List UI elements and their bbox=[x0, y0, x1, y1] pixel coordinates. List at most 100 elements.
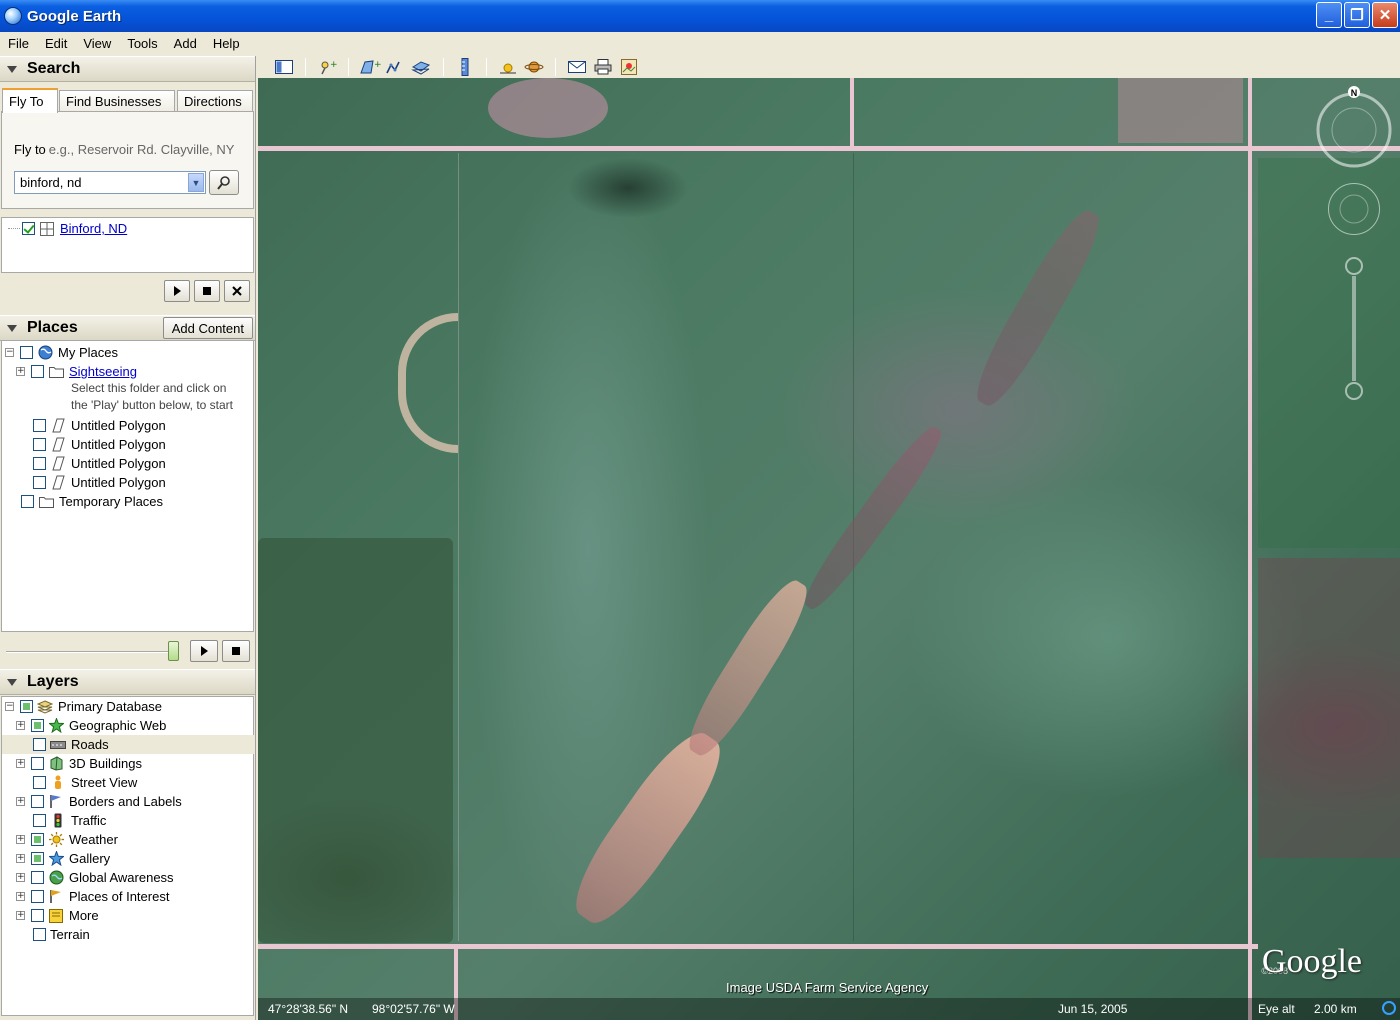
tab-directions[interactable]: Directions bbox=[177, 90, 253, 112]
tab-fly-to[interactable]: Fly To bbox=[2, 88, 58, 113]
layer-checkbox[interactable] bbox=[31, 852, 44, 865]
menu-help[interactable]: Help bbox=[205, 36, 248, 51]
menu-add[interactable]: Add bbox=[166, 36, 205, 51]
my-places-checkbox[interactable] bbox=[20, 346, 33, 359]
search-input[interactable]: binford, nd ▼ bbox=[14, 171, 206, 194]
tree-row-polygon[interactable]: Untitled Polygon bbox=[33, 473, 166, 492]
layer-label[interactable]: Global Awareness bbox=[69, 870, 174, 885]
layer-label[interactable]: Traffic bbox=[71, 813, 106, 828]
expand-toggle-icon[interactable]: + bbox=[16, 367, 25, 376]
tour-speed-slider-thumb[interactable] bbox=[168, 641, 179, 661]
ruler-button[interactable] bbox=[453, 57, 477, 77]
layer-checkbox[interactable] bbox=[31, 890, 44, 903]
layer-label[interactable]: 3D Buildings bbox=[69, 756, 142, 771]
expand-toggle-icon[interactable]: + bbox=[16, 721, 25, 730]
tree-row-temporary-places[interactable]: Temporary Places bbox=[21, 492, 163, 511]
layer-checkbox[interactable] bbox=[33, 738, 46, 751]
stop-tour-button[interactable] bbox=[222, 640, 250, 662]
tour-speed-slider-track[interactable] bbox=[6, 651, 176, 653]
tree-row-layer-weather[interactable]: + Weather bbox=[16, 830, 118, 849]
play-tour-button[interactable] bbox=[190, 640, 218, 662]
terrain-checkbox[interactable] bbox=[33, 928, 46, 941]
layers-panel-header[interactable]: Layers bbox=[0, 669, 255, 695]
add-path-button[interactable] bbox=[384, 57, 408, 77]
primary-database-checkbox[interactable] bbox=[20, 700, 33, 713]
layer-label[interactable]: Weather bbox=[69, 832, 118, 847]
layer-checkbox[interactable] bbox=[31, 757, 44, 770]
menu-edit[interactable]: Edit bbox=[37, 36, 75, 51]
menu-view[interactable]: View bbox=[75, 36, 119, 51]
places-panel-header[interactable]: Places Add Content bbox=[0, 315, 255, 341]
tree-row-layer-borders-labels[interactable]: + Borders and Labels bbox=[16, 792, 182, 811]
layer-checkbox[interactable] bbox=[31, 871, 44, 884]
layer-checkbox[interactable] bbox=[31, 833, 44, 846]
tree-row-layer-gallery[interactable]: + Gallery bbox=[16, 849, 110, 868]
tree-row-terrain[interactable]: Terrain bbox=[33, 925, 90, 944]
maximize-button[interactable]: ❐ bbox=[1344, 2, 1370, 28]
sky-planets-button[interactable] bbox=[522, 57, 546, 77]
expand-toggle-icon[interactable]: + bbox=[16, 873, 25, 882]
tree-row-polygon[interactable]: Untitled Polygon bbox=[33, 435, 166, 454]
print-button[interactable] bbox=[591, 57, 615, 77]
search-button[interactable] bbox=[209, 170, 239, 195]
tree-row-sightseeing[interactable]: + Sightseeing bbox=[16, 362, 137, 381]
layer-label[interactable]: Borders and Labels bbox=[69, 794, 182, 809]
tab-find-businesses[interactable]: Find Businesses bbox=[59, 90, 175, 112]
tree-row-layer-places-of-interest[interactable]: + Places of Interest bbox=[16, 887, 169, 906]
zoom-slider[interactable] bbox=[1344, 256, 1364, 401]
layer-label[interactable]: More bbox=[69, 908, 99, 923]
expand-toggle-icon[interactable]: + bbox=[16, 797, 25, 806]
layer-checkbox[interactable] bbox=[33, 776, 46, 789]
result-item[interactable]: Binford, ND bbox=[8, 219, 127, 238]
sightseeing-link[interactable]: Sightseeing bbox=[69, 364, 137, 379]
sunlight-button[interactable] bbox=[496, 57, 520, 77]
result-checkbox[interactable] bbox=[22, 222, 35, 235]
layer-label[interactable]: Geographic Web bbox=[69, 718, 166, 733]
stop-button[interactable] bbox=[194, 280, 220, 302]
expand-toggle-icon[interactable]: + bbox=[16, 759, 25, 768]
layer-label[interactable]: Gallery bbox=[69, 851, 110, 866]
layer-checkbox[interactable] bbox=[31, 909, 44, 922]
temporary-places-checkbox[interactable] bbox=[21, 495, 34, 508]
play-button[interactable] bbox=[164, 280, 190, 302]
map-viewport[interactable]: N ©2008 Google Image USDA Farm Service A… bbox=[258, 78, 1400, 1020]
add-image-overlay-button[interactable] bbox=[410, 57, 434, 77]
temporary-places-label[interactable]: Temporary Places bbox=[59, 494, 163, 509]
add-placemark-button[interactable]: + bbox=[315, 57, 339, 77]
primary-database-label[interactable]: Primary Database bbox=[58, 699, 162, 714]
terrain-label[interactable]: Terrain bbox=[50, 927, 90, 942]
look-joystick[interactable] bbox=[1328, 183, 1380, 235]
compass-ring[interactable]: N bbox=[1312, 86, 1396, 170]
polygon-label[interactable]: Untitled Polygon bbox=[71, 456, 166, 471]
search-input-value[interactable]: binford, nd bbox=[15, 175, 188, 190]
layer-checkbox[interactable] bbox=[31, 719, 44, 732]
polygon-label[interactable]: Untitled Polygon bbox=[71, 418, 166, 433]
collapse-triangle-icon[interactable] bbox=[7, 65, 17, 73]
expand-toggle-icon[interactable]: + bbox=[16, 911, 25, 920]
layer-label[interactable]: Roads bbox=[71, 737, 109, 752]
layer-label[interactable]: Street View bbox=[71, 775, 137, 790]
sightseeing-checkbox[interactable] bbox=[31, 365, 44, 378]
toggle-sidebar-button[interactable] bbox=[272, 57, 296, 77]
polygon-checkbox[interactable] bbox=[33, 438, 46, 451]
minimize-button[interactable]: _ bbox=[1316, 2, 1342, 28]
layer-checkbox[interactable] bbox=[31, 795, 44, 808]
my-places-label[interactable]: My Places bbox=[58, 345, 118, 360]
polygon-checkbox[interactable] bbox=[33, 457, 46, 470]
polygon-label[interactable]: Untitled Polygon bbox=[71, 437, 166, 452]
close-button[interactable]: ✕ bbox=[1372, 2, 1398, 28]
tree-row-polygon[interactable]: Untitled Polygon bbox=[33, 454, 166, 473]
clear-results-button[interactable] bbox=[224, 280, 250, 302]
collapse-toggle-icon[interactable]: − bbox=[5, 348, 14, 357]
tree-row-layer-street-view[interactable]: Street View bbox=[33, 773, 137, 792]
collapse-triangle-icon[interactable] bbox=[7, 324, 17, 332]
collapse-toggle-icon[interactable]: − bbox=[5, 702, 14, 711]
tree-row-primary-database[interactable]: − Primary Database bbox=[5, 697, 162, 716]
layer-checkbox[interactable] bbox=[33, 814, 46, 827]
tree-row-my-places[interactable]: − My Places bbox=[5, 343, 118, 362]
result-link-binford[interactable]: Binford, ND bbox=[60, 221, 127, 236]
tree-row-layer-traffic[interactable]: Traffic bbox=[33, 811, 106, 830]
polygon-checkbox[interactable] bbox=[33, 419, 46, 432]
tree-row-polygon[interactable]: Untitled Polygon bbox=[33, 416, 166, 435]
email-button[interactable] bbox=[565, 57, 589, 77]
